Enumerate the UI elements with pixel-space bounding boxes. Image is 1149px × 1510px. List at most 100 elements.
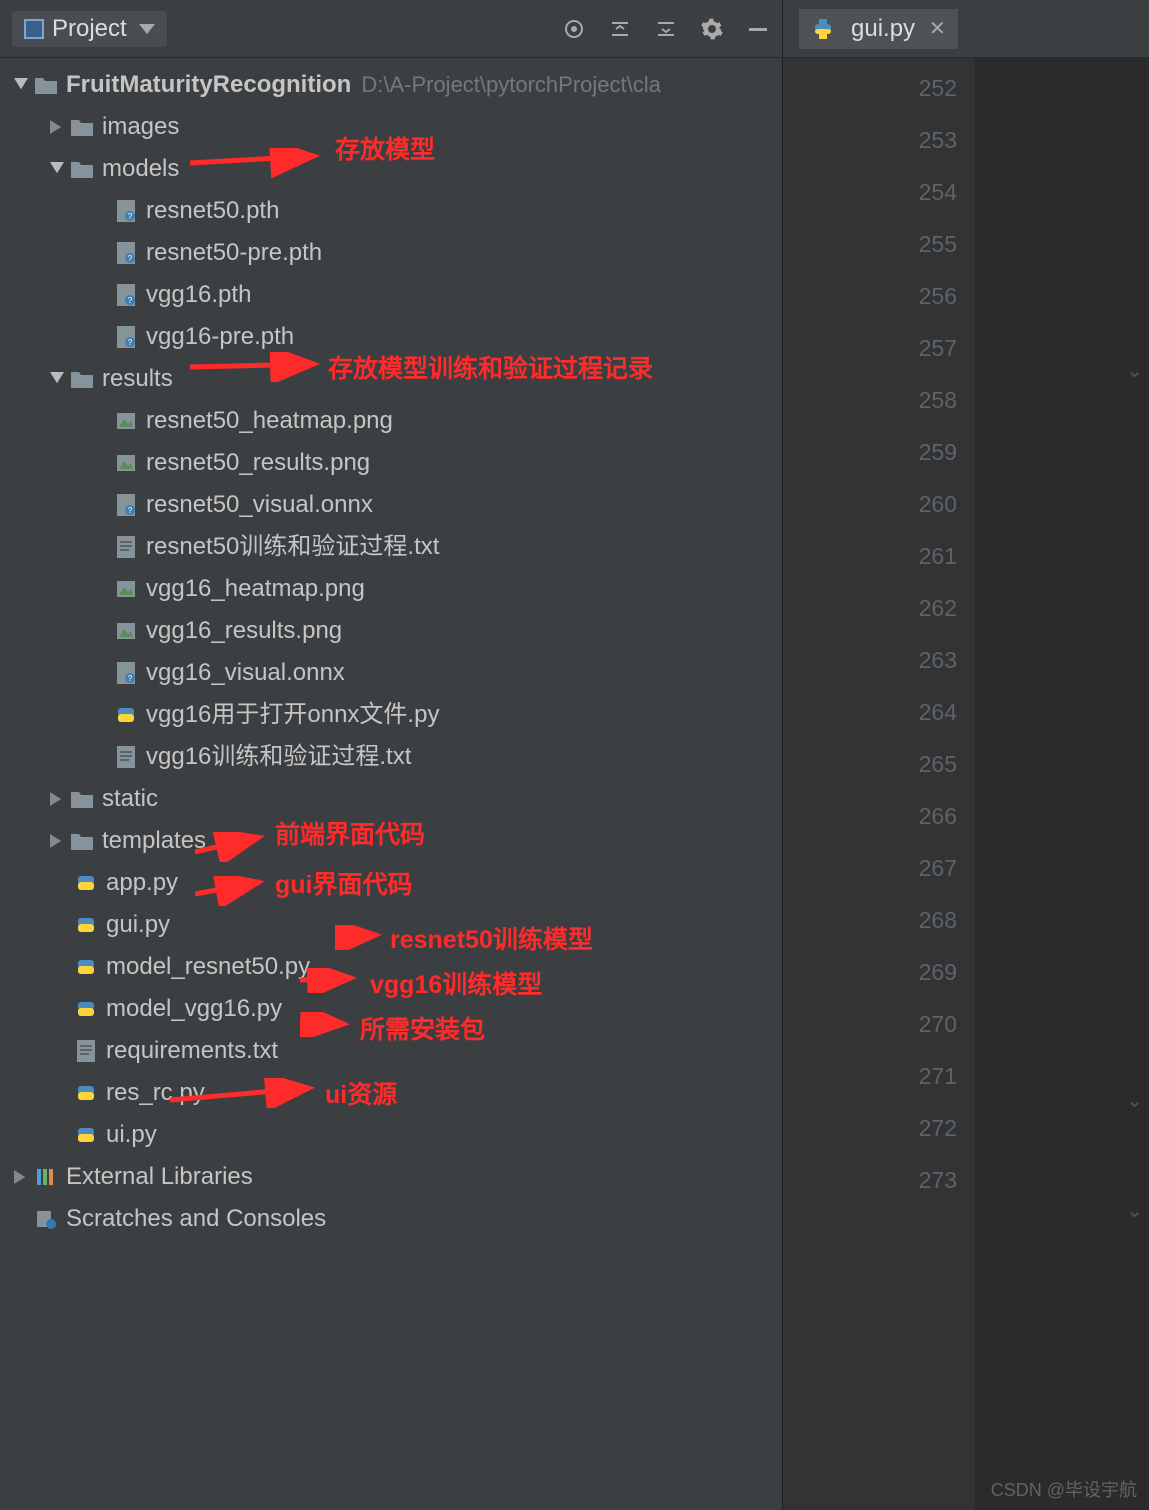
tree-file[interactable]: resnet50_heatmap.png [0, 400, 782, 442]
tree-file[interactable]: model_resnet50.py [0, 946, 782, 988]
chevron-right-icon[interactable] [46, 788, 68, 810]
image-icon [114, 577, 138, 601]
tree-item-label: resnet50-pre.pth [146, 232, 322, 274]
tree-file[interactable]: res_rc.py [0, 1072, 782, 1114]
folder-icon [70, 157, 94, 181]
line-number: 273 [783, 1154, 957, 1206]
tree-item-label: vgg16.pth [146, 274, 251, 316]
text-icon [114, 535, 138, 559]
text-icon [114, 745, 138, 769]
tree-folder-results[interactable]: results [0, 358, 782, 400]
collapse-all-icon[interactable] [654, 17, 678, 41]
svg-text:?: ? [128, 674, 133, 683]
line-number: 257 [783, 322, 957, 374]
project-selector[interactable]: Project [12, 11, 167, 47]
chevron-right-icon[interactable] [46, 116, 68, 138]
tree-item-label: static [102, 778, 158, 820]
python-icon [74, 871, 98, 895]
tree-item-label: vgg16用于打开onnx文件.py [146, 694, 439, 736]
tree-file[interactable]: ? resnet50-pre.pth [0, 232, 782, 274]
tree-file[interactable]: ? resnet50.pth [0, 190, 782, 232]
file-icon: ? [114, 283, 138, 307]
line-number: 258 [783, 374, 957, 426]
text-icon [74, 1039, 98, 1063]
fold-marker-icon[interactable]: ⌄ [1126, 358, 1143, 383]
expand-all-icon[interactable] [608, 17, 632, 41]
tree-file[interactable]: vgg16训练和验证过程.txt [0, 736, 782, 778]
python-icon [114, 703, 138, 727]
line-number: 267 [783, 842, 957, 894]
line-number: 260 [783, 478, 957, 530]
tree-folder-models[interactable]: models [0, 148, 782, 190]
tree-item-label: vgg16_visual.onnx [146, 652, 345, 694]
python-icon [74, 997, 98, 1021]
tree-file[interactable]: resnet50训练和验证过程.txt [0, 526, 782, 568]
watermark: CSDN @毕设宇航 [991, 1476, 1137, 1502]
hide-icon[interactable] [746, 17, 770, 41]
gear-icon[interactable] [700, 17, 724, 41]
tree-item-label: vgg16_results.png [146, 610, 342, 652]
svg-text:?: ? [128, 338, 133, 347]
tree-file[interactable]: ? vgg16_visual.onnx [0, 652, 782, 694]
tree-scratches[interactable]: Scratches and Consoles [0, 1198, 782, 1240]
tree-item-label: app.py [106, 862, 178, 904]
tree-file[interactable]: app.py [0, 862, 782, 904]
locate-icon[interactable] [562, 17, 586, 41]
chevron-right-icon[interactable] [46, 830, 68, 852]
folder-icon [70, 115, 94, 139]
editor-tab-gui[interactable]: gui.py ✕ [799, 9, 958, 49]
line-number: 259 [783, 426, 957, 478]
folder-icon [70, 367, 94, 391]
tree-file[interactable]: vgg16_results.png [0, 610, 782, 652]
line-number: 254 [783, 166, 957, 218]
python-icon [74, 1081, 98, 1105]
python-icon [811, 17, 835, 41]
line-number: 262 [783, 582, 957, 634]
close-icon[interactable]: ✕ [929, 16, 946, 41]
fold-marker-icon[interactable]: ⌄ [1126, 1198, 1143, 1223]
chevron-down-icon[interactable] [46, 368, 68, 390]
tree-item-label: model_vgg16.py [106, 988, 282, 1030]
tree-item-label: results [102, 358, 173, 400]
project-label: Project [52, 15, 127, 43]
tree-file[interactable]: requirements.txt [0, 1030, 782, 1072]
tree-file[interactable]: vgg16用于打开onnx文件.py [0, 694, 782, 736]
scratch-icon [34, 1207, 58, 1231]
tree-file[interactable]: gui.py [0, 904, 782, 946]
fold-marker-icon[interactable]: ⌄ [1126, 1088, 1143, 1113]
tree-root[interactable]: FruitMaturityRecognition D:\A-Project\py… [0, 64, 782, 106]
svg-text:?: ? [128, 254, 133, 263]
tree-external-libraries[interactable]: External Libraries [0, 1156, 782, 1198]
tree-item-path: D:\A-Project\pytorchProject\cla [361, 64, 661, 106]
tree-file[interactable]: ?vgg16-pre.pth [0, 316, 782, 358]
tree-item-label: model_resnet50.py [106, 946, 310, 988]
python-icon [74, 955, 98, 979]
chevron-down-icon[interactable] [10, 74, 32, 96]
tree-file[interactable]: resnet50_results.png [0, 442, 782, 484]
line-number: 272 [783, 1102, 957, 1154]
file-icon: ? [114, 493, 138, 517]
folder-icon [70, 787, 94, 811]
tree-item-label: gui.py [106, 904, 170, 946]
line-number: 256 [783, 270, 957, 322]
library-icon [34, 1165, 58, 1189]
tree-folder-images[interactable]: images [0, 106, 782, 148]
line-number: 263 [783, 634, 957, 686]
project-tool-window: Project FruitMaturityRecognition D:\A-Pr… [0, 0, 782, 1510]
tree-file[interactable]: ? resnet50_visual.onnx [0, 484, 782, 526]
code-area[interactable]: ⌄ ⌄ ⌄ [975, 58, 1149, 1510]
tree-item-label: resnet50_visual.onnx [146, 484, 373, 526]
tree-folder-static[interactable]: static [0, 778, 782, 820]
svg-text:?: ? [128, 212, 133, 221]
tree-file[interactable]: vgg16_heatmap.png [0, 568, 782, 610]
chevron-down-icon[interactable] [46, 158, 68, 180]
tree-item-label: resnet50_heatmap.png [146, 400, 393, 442]
tree-file[interactable]: ui.py [0, 1114, 782, 1156]
editor-panel: gui.py ✕ 2522532542552562572582592602612… [782, 0, 1149, 1510]
tree-folder-templates[interactable]: templates [0, 820, 782, 862]
tree-file[interactable]: ? vgg16.pth [0, 274, 782, 316]
tree-file[interactable]: model_vgg16.py [0, 988, 782, 1030]
project-tree[interactable]: FruitMaturityRecognition D:\A-Project\py… [0, 58, 782, 1510]
tree-item-label: resnet50.pth [146, 190, 279, 232]
chevron-right-icon[interactable] [10, 1166, 32, 1188]
